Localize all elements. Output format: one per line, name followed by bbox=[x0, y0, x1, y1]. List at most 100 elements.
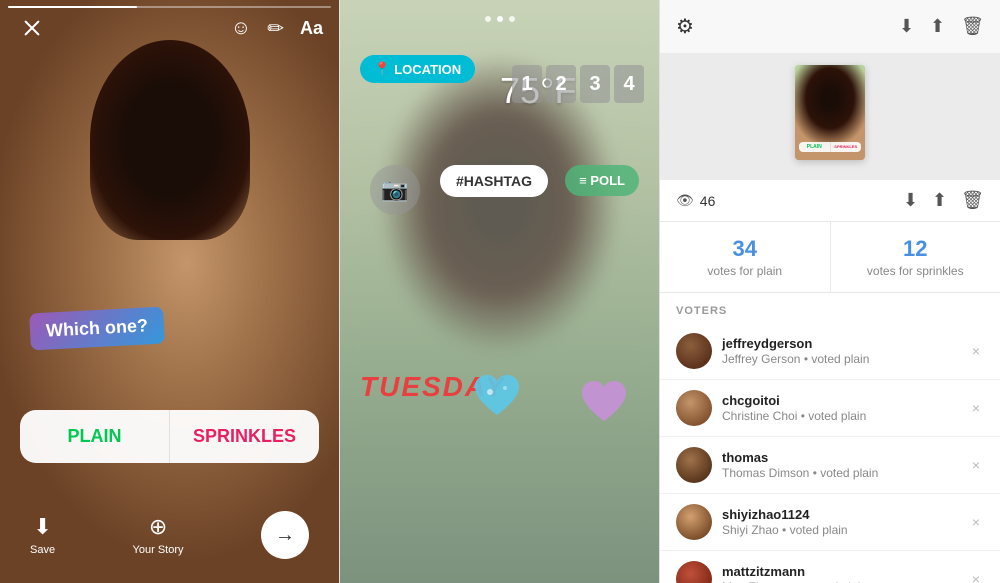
voters-section: VOTERS jeffreydgerson Jeffrey Gerson • v… bbox=[660, 293, 1000, 583]
voter-detail: Christine Choi • voted plain bbox=[722, 409, 968, 423]
voter-dismiss-button[interactable]: × bbox=[968, 396, 984, 420]
voter-info: jeffreydgerson Jeffrey Gerson • voted pl… bbox=[722, 336, 968, 366]
save-label: Save bbox=[30, 544, 55, 556]
clock-display[interactable]: 1 2 3 4 bbox=[512, 65, 644, 103]
voter-item: chcgoitoi Christine Choi • voted plain × bbox=[660, 380, 1000, 437]
voter-avatar[interactable] bbox=[676, 390, 712, 426]
download-icon-2[interactable]: ⬇ bbox=[903, 190, 918, 211]
voter-detail: Shiyi Zhao • voted plain bbox=[722, 523, 968, 537]
voter-dismiss-button[interactable]: × bbox=[968, 339, 984, 363]
voter-avatar[interactable] bbox=[676, 447, 712, 483]
voter-dismiss-button[interactable]: × bbox=[968, 510, 984, 534]
sprinkles-count: 12 bbox=[847, 236, 985, 262]
insights-actions: ⬇ ⬆ 🗑 bbox=[899, 16, 984, 37]
face-effects-icon[interactable]: ☺ bbox=[231, 17, 251, 40]
story-progress bbox=[8, 6, 331, 8]
voter-info: thomas Thomas Dimson • voted plain bbox=[722, 450, 968, 480]
voters-list: jeffreydgerson Jeffrey Gerson • voted pl… bbox=[660, 323, 1000, 583]
delete-icon[interactable]: 🗑 bbox=[961, 190, 984, 211]
heart-sticker-blue[interactable] bbox=[470, 369, 525, 433]
poll-sticker: PLAIN SPRINKLES bbox=[20, 410, 319, 463]
voter-info: chcgoitoi Christine Choi • voted plain bbox=[722, 393, 968, 423]
insights-panel: ⚙ ⬇ ⬆ 🗑 PLAIN SPRINKLES 👁 46 ⬇ ⬆ 🗑 bbox=[660, 0, 1000, 583]
delete-story-icon[interactable]: 🗑 bbox=[961, 16, 984, 37]
voter-item: mattzitzmann Matt Zitzmann • voted plain… bbox=[660, 551, 1000, 583]
download-story-icon[interactable]: ⬇ bbox=[899, 16, 914, 37]
draw-icon[interactable]: ✏ bbox=[267, 16, 284, 41]
clock-digit-1: 1 bbox=[512, 65, 542, 103]
plain-count: 34 bbox=[676, 236, 814, 262]
location-sticker[interactable]: 📍 LOCATION bbox=[360, 55, 475, 83]
sticker-picker-panel: 📍 LOCATION 75°F 1 2 3 4 📷 #HASHTAG ≡ POL… bbox=[340, 0, 660, 583]
voter-info: shiyizhao1124 Shiyi Zhao • voted plain bbox=[722, 507, 968, 537]
close-button[interactable] bbox=[16, 12, 48, 44]
next-button[interactable]: → bbox=[261, 511, 309, 559]
voter-info: mattzitzmann Matt Zitzmann • voted plain bbox=[722, 564, 968, 583]
story-top-bar: ☺ ✏ Aa bbox=[0, 0, 339, 56]
voter-dismiss-button[interactable]: × bbox=[968, 567, 984, 583]
voter-detail: Thomas Dimson • voted plain bbox=[722, 466, 968, 480]
story-toolbar: ☺ ✏ Aa bbox=[231, 16, 323, 41]
share-icon[interactable]: ⬆ bbox=[932, 190, 947, 211]
views-count: 👁 46 bbox=[676, 192, 715, 209]
add-story-icon: ⊕ bbox=[149, 514, 167, 540]
thumbnail-poll: PLAIN SPRINKLES bbox=[799, 142, 861, 152]
story-progress-fill bbox=[8, 6, 137, 8]
person-hair bbox=[90, 40, 250, 240]
thumbnail-container: PLAIN SPRINKLES bbox=[660, 53, 1000, 180]
camera-button[interactable]: 📷 bbox=[370, 165, 420, 215]
voter-item: jeffreydgerson Jeffrey Gerson • voted pl… bbox=[660, 323, 1000, 380]
share-story-icon[interactable]: ⬆ bbox=[930, 16, 945, 37]
sprinkles-label: votes for sprinkles bbox=[847, 264, 985, 278]
voter-dismiss-button[interactable]: × bbox=[968, 453, 984, 477]
voter-item: shiyizhao1124 Shiyi Zhao • voted plain × bbox=[660, 494, 1000, 551]
heart-sticker-pink[interactable] bbox=[579, 378, 629, 438]
voter-detail: Jeffrey Gerson • voted plain bbox=[722, 352, 968, 366]
voter-avatar[interactable] bbox=[676, 561, 712, 583]
poll-option-plain[interactable]: PLAIN bbox=[20, 410, 170, 463]
voter-avatar[interactable] bbox=[676, 504, 712, 540]
your-story-action[interactable]: ⊕ Your Story bbox=[133, 514, 184, 556]
dot-1 bbox=[485, 16, 491, 22]
poll-options: PLAIN SPRINKLES bbox=[20, 410, 319, 463]
clock-digit-2: 2 bbox=[546, 65, 576, 103]
arrow-right-icon: → bbox=[275, 524, 295, 547]
location-pin-icon: 📍 bbox=[374, 61, 390, 77]
poll-mid-sticker[interactable]: ≡ POLL bbox=[565, 165, 639, 196]
stats-row: 👁 46 ⬇ ⬆ 🗑 bbox=[660, 180, 1000, 222]
thumb-sprinkles-label: SPRINKLES bbox=[831, 142, 862, 152]
views-number: 46 bbox=[700, 193, 716, 209]
which-one-sticker: Which one? bbox=[29, 307, 165, 351]
voter-item: thomas Thomas Dimson • voted plain × bbox=[660, 437, 1000, 494]
settings-icon[interactable]: ⚙ bbox=[676, 14, 694, 39]
sticker-panel-top bbox=[340, 0, 659, 38]
hashtag-sticker[interactable]: #HASHTAG bbox=[440, 165, 548, 197]
voter-username[interactable]: chcgoitoi bbox=[722, 393, 968, 408]
poll-option-sprinkles[interactable]: SPRINKLES bbox=[170, 410, 319, 463]
story-thumbnail[interactable]: PLAIN SPRINKLES bbox=[795, 65, 865, 160]
save-action[interactable]: ⬇ Save bbox=[30, 514, 55, 556]
dots-indicator bbox=[485, 16, 515, 22]
voters-header: VOTERS bbox=[660, 293, 1000, 323]
voter-username[interactable]: shiyizhao1124 bbox=[722, 507, 968, 522]
voter-avatar[interactable] bbox=[676, 333, 712, 369]
poll-result-plain: 34 votes for plain bbox=[660, 222, 831, 292]
your-story-label: Your Story bbox=[133, 544, 184, 556]
voter-username[interactable]: thomas bbox=[722, 450, 968, 465]
dot-2 bbox=[497, 16, 503, 22]
camera-icon: 📷 bbox=[381, 177, 408, 203]
voter-username[interactable]: jeffreydgerson bbox=[722, 336, 968, 351]
download-icon: ⬇ bbox=[33, 514, 51, 540]
poll-result-sprinkles: 12 votes for sprinkles bbox=[831, 222, 1000, 292]
insights-top-bar: ⚙ ⬇ ⬆ 🗑 bbox=[660, 0, 1000, 53]
voter-username[interactable]: mattzitzmann bbox=[722, 564, 968, 579]
stats-actions: ⬇ ⬆ 🗑 bbox=[903, 190, 984, 211]
plain-label: votes for plain bbox=[676, 264, 814, 278]
thumb-plain-label: PLAIN bbox=[799, 142, 831, 152]
clock-digit-4: 4 bbox=[614, 65, 644, 103]
story-editor-panel: ☺ ✏ Aa Which one? PLAIN SPRINKLES ⬇ Save… bbox=[0, 0, 340, 583]
eye-icon: 👁 bbox=[676, 192, 694, 209]
dot-3 bbox=[509, 16, 515, 22]
text-tool-button[interactable]: Aa bbox=[300, 18, 323, 39]
clock-digit-3: 3 bbox=[580, 65, 610, 103]
